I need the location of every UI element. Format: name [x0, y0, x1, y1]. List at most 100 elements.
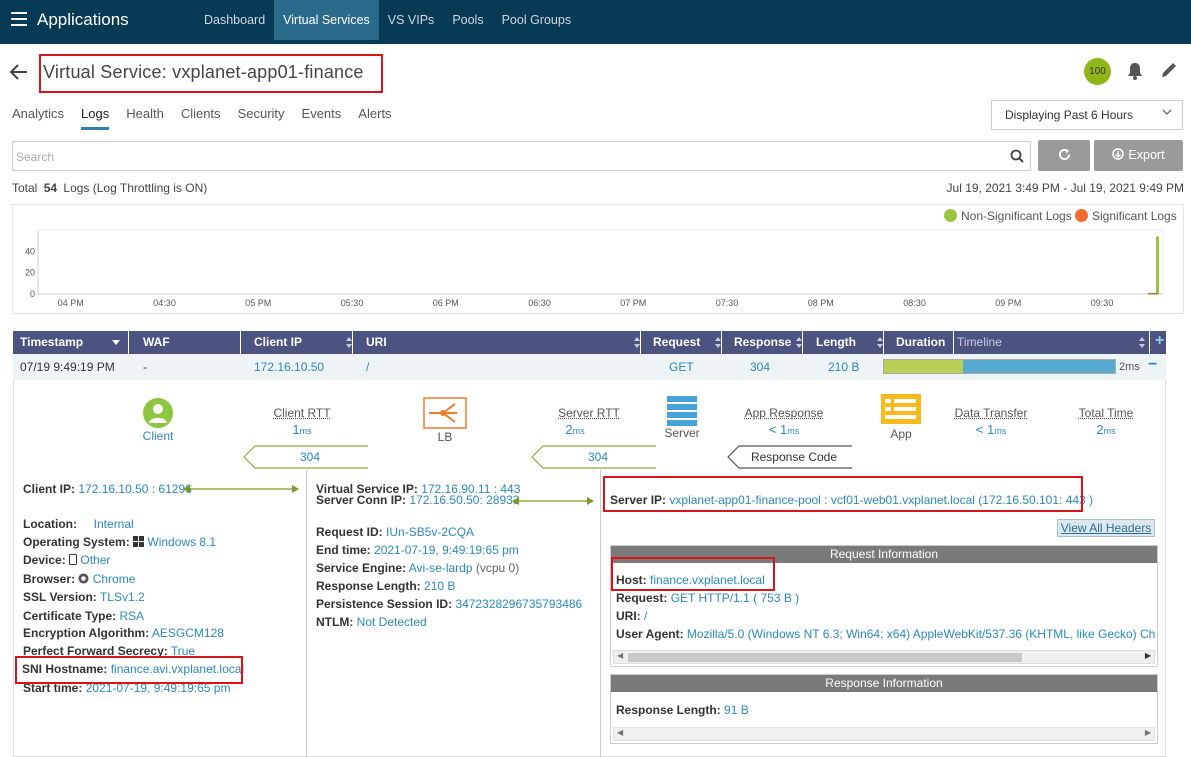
y-tick-label: 0: [30, 289, 35, 299]
app-label: App: [890, 427, 912, 441]
green-dot-icon: [944, 209, 957, 222]
browser-field: Browser: Chrome: [23, 572, 136, 586]
view-all-headers-button[interactable]: View All Headers: [1057, 519, 1155, 537]
y-tick-label: 40: [25, 246, 35, 256]
table-row[interactable]: 07/19 9:49:19 PM - 172.16.10.50 / GET 30…: [13, 354, 1166, 380]
baseline-mark: [1148, 293, 1158, 295]
server-rtt-value: 2ms: [565, 422, 585, 437]
nav-vs-vips[interactable]: VS VIPs: [379, 0, 444, 40]
tab-clients[interactable]: Clients: [181, 106, 221, 130]
export-icon: [1112, 148, 1125, 160]
x-tick-label: 06 PM: [433, 298, 459, 308]
location-field: Location: Internal: [23, 517, 134, 531]
horizontal-scrollbar[interactable]: ◀ ▶: [613, 727, 1155, 741]
row-response[interactable]: 304: [750, 360, 770, 374]
search-icon[interactable]: [1010, 149, 1024, 163]
health-score-badge[interactable]: 100: [1084, 58, 1111, 85]
user-agent-field: User Agent: Mozilla/5.0 (Windows NT 6.3;…: [616, 627, 1156, 641]
ntlm-field: NTLM: Not Detected: [316, 615, 427, 629]
x-tick-label: 04 PM: [58, 298, 84, 308]
x-tick-label: 04:30: [153, 298, 176, 308]
scrollbar-thumb[interactable]: [628, 653, 1022, 662]
client-rtt-label: Client RTT: [273, 406, 331, 420]
app-response-value: < 1ms: [768, 422, 800, 437]
x-tick-label: 05 PM: [245, 298, 271, 308]
horizontal-scrollbar[interactable]: ◀ ▶: [613, 650, 1155, 664]
row-uri[interactable]: /: [366, 360, 369, 374]
double-arrow-icon: [183, 485, 299, 493]
client-response-code: 304: [299, 450, 321, 464]
time-range-select[interactable]: Displaying Past 6 Hours: [991, 100, 1183, 130]
sort-icon[interactable]: [796, 337, 802, 348]
duration-bar: [883, 359, 1116, 374]
x-tick-label: 09 PM: [995, 298, 1021, 308]
tab-alerts[interactable]: Alerts: [358, 106, 391, 130]
server-response-code: 304: [587, 450, 609, 464]
highlight-box: [15, 656, 243, 684]
legend-label: Non-Significant Logs: [961, 209, 1072, 223]
scroll-right-icon[interactable]: ▶: [1145, 728, 1151, 737]
scroll-left-icon[interactable]: ◀: [617, 651, 623, 660]
load-balancer-icon: [423, 397, 467, 429]
search-input[interactable]: Search: [12, 141, 1031, 171]
tab-events[interactable]: Events: [302, 106, 342, 130]
sort-icon[interactable]: [877, 337, 883, 348]
response-length-field: Response Length: 210 B: [316, 579, 456, 593]
chevron-down-icon: [1162, 109, 1172, 115]
device-field: Device: Other: [23, 553, 111, 567]
ssl-version-field: SSL Version: TLSv1.2: [23, 590, 145, 604]
duration-segment-client: [884, 360, 963, 373]
highlight-box: [603, 476, 1083, 512]
app-response-label: App Response: [744, 406, 824, 420]
sort-icons: [346, 337, 1145, 348]
refresh-button[interactable]: [1038, 140, 1090, 171]
legend-non-significant[interactable]: Non-Significant Logs: [944, 209, 1072, 223]
nav-pool-groups[interactable]: Pool Groups: [493, 0, 580, 40]
collapse-row-icon[interactable]: −: [1148, 356, 1157, 374]
row-client-ip[interactable]: 172.16.10.50: [254, 360, 324, 374]
double-arrow-icon: [512, 497, 594, 505]
column-divider: [600, 470, 601, 757]
end-time-field: End time: 2021-07-19, 9:49:19:65 pm: [316, 543, 519, 557]
row-duration: 2ms: [1119, 361, 1140, 373]
app-title: Applications: [37, 10, 129, 29]
data-transfer-value: < 1ms: [975, 422, 1007, 437]
legend-significant[interactable]: Significant Logs: [1075, 209, 1177, 223]
scroll-right-icon[interactable]: ▶: [1145, 651, 1151, 660]
sort-icon[interactable]: [1139, 337, 1145, 348]
sort-icon[interactable]: [715, 337, 721, 348]
orange-dot-icon: [1075, 209, 1088, 222]
uri-field: URI: /: [616, 609, 648, 623]
log-summary: Total 54 Logs (Log Throttling is ON): [12, 181, 207, 195]
encryption-field: Encryption Algorithm: AESGCM128: [23, 626, 224, 640]
tab-logs[interactable]: Logs: [81, 106, 110, 130]
sort-icon[interactable]: [634, 337, 640, 348]
refresh-icon: [1058, 148, 1070, 161]
server-icon: [667, 396, 697, 426]
sort-icon[interactable]: [346, 337, 352, 348]
response-code-label: Response Code: [750, 450, 838, 464]
tab-health[interactable]: Health: [126, 106, 164, 130]
scroll-left-icon[interactable]: ◀: [617, 728, 623, 737]
highlight-box: [611, 557, 775, 591]
row-request[interactable]: GET: [669, 360, 694, 374]
edit-icon[interactable]: [1160, 61, 1178, 79]
row-length: 210 B: [828, 360, 860, 374]
nav-dashboard[interactable]: Dashboard: [195, 0, 274, 40]
log-histogram-chart: 40 20 0 04 PM 04:30 05 PM 05:30 06 PM 06:30 07 PM…: [25, 229, 1164, 308]
export-button[interactable]: Export: [1094, 140, 1183, 171]
nav-virtual-services[interactable]: Virtual Services: [274, 0, 379, 40]
response-info-title: Response Information: [611, 675, 1157, 692]
menu-icon[interactable]: [11, 12, 27, 26]
windows-icon: [133, 536, 145, 547]
row-timestamp: 07/19 9:49:19 PM: [20, 360, 115, 374]
nav-pools[interactable]: Pools: [443, 0, 492, 40]
tab-analytics[interactable]: Analytics: [12, 106, 64, 130]
x-tick-label: 07 PM: [620, 298, 646, 308]
duration-segment-server: [962, 360, 1115, 373]
tab-security[interactable]: Security: [238, 106, 285, 130]
back-arrow-icon[interactable]: [9, 60, 28, 86]
bell-icon[interactable]: [1127, 62, 1143, 80]
client-rtt-value: 1ms: [292, 422, 312, 437]
total-time-value: 2ms: [1096, 422, 1116, 437]
